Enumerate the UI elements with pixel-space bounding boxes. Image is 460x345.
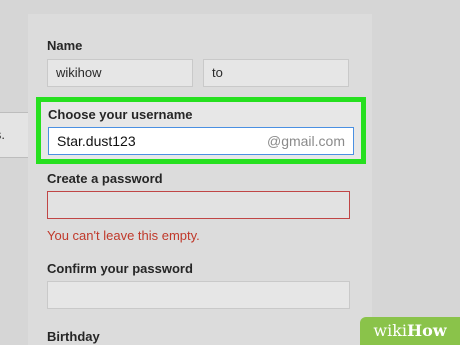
wikihow-watermark: wikiHow [360, 317, 460, 345]
confirm-password-label: Confirm your password [47, 261, 193, 276]
watermark-prefix: wiki [373, 321, 408, 340]
username-suffix: @gmail.com [266, 133, 345, 149]
password-label: Create a password [47, 171, 163, 186]
username-value: Star.dust123 [57, 133, 136, 149]
username-label: Choose your username [48, 107, 193, 122]
username-input[interactable]: Star.dust123 @gmail.com [48, 127, 354, 155]
watermark-suffix: How [407, 321, 447, 340]
name-label: Name [47, 38, 83, 53]
first-name-field[interactable]: wikihow [47, 59, 193, 87]
confirm-password-field[interactable] [47, 281, 350, 309]
password-error-text: You can't leave this empty. [47, 228, 200, 243]
username-highlight-box: Choose your username Star.dust123 @gmail… [36, 97, 366, 164]
last-name-field[interactable]: to [203, 59, 349, 87]
side-tab-text: s. [0, 127, 5, 142]
birthday-label: Birthday [47, 329, 100, 344]
password-field[interactable] [47, 191, 350, 219]
